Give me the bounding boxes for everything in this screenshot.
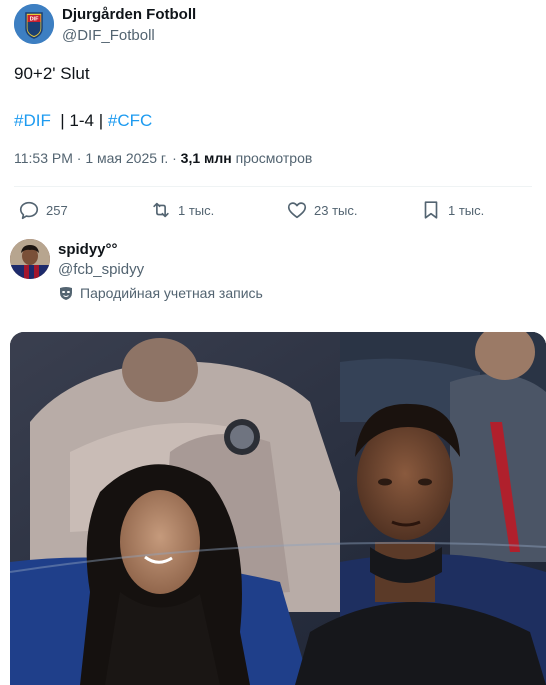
photo	[10, 332, 546, 685]
reply-author-handle[interactable]: @fcb_spidyy	[58, 261, 144, 278]
retweet-button[interactable]: 1 тыс.	[150, 196, 214, 224]
author-handle[interactable]: @DIF_Fotboll	[62, 27, 155, 44]
reply-icon	[19, 201, 39, 220]
divider	[14, 186, 532, 187]
heart-icon	[287, 202, 307, 219]
hashtag-dif[interactable]: #DIF	[14, 111, 51, 130]
views-label: просмотров	[235, 150, 313, 166]
action-bar: 257 1 тыс. 23 тыс. 1 тыс.	[0, 196, 546, 224]
dif-crest-icon: DIF	[14, 4, 54, 44]
hashtag-cfc[interactable]: #CFC	[108, 111, 152, 130]
author-avatar[interactable]: DIF	[14, 4, 54, 44]
reply-button[interactable]: 257	[18, 196, 68, 224]
timestamp[interactable]: 11:53 PM · 1 мая 2025 г. ·	[14, 150, 177, 166]
media-image[interactable]	[10, 332, 546, 685]
bookmark-count: 1 тыс.	[448, 202, 485, 218]
parody-badge-text: Пародийная учетная запись	[80, 285, 263, 301]
score-text: | 1-4 |	[60, 111, 104, 130]
bookmark-icon	[424, 201, 438, 219]
author-name[interactable]: Djurgården Fotboll	[62, 6, 196, 23]
tweet-hashtags: #DIF | 1-4 | #CFC	[14, 110, 152, 132]
avatar	[10, 239, 50, 279]
reply-avatar[interactable]	[10, 239, 50, 279]
like-count: 23 тыс.	[314, 202, 358, 218]
reply-author-name[interactable]: spidyy°°	[58, 241, 118, 258]
like-button[interactable]: 23 тыс.	[286, 196, 357, 224]
reply-count: 257	[46, 202, 68, 218]
retweet-count: 1 тыс.	[178, 202, 215, 218]
svg-text:DIF: DIF	[30, 17, 40, 23]
retweet-icon	[153, 202, 169, 218]
views-count: 3,1 млн	[180, 150, 232, 166]
tweet-meta: 11:53 PM · 1 мая 2025 г. · 3,1 млн просм…	[14, 150, 312, 166]
tweet-text: 90+2' Slut	[14, 64, 90, 83]
parody-label: Пародийная учетная запись	[58, 285, 263, 301]
bookmark-button[interactable]: 1 тыс.	[420, 196, 484, 224]
mask-icon	[60, 287, 72, 300]
